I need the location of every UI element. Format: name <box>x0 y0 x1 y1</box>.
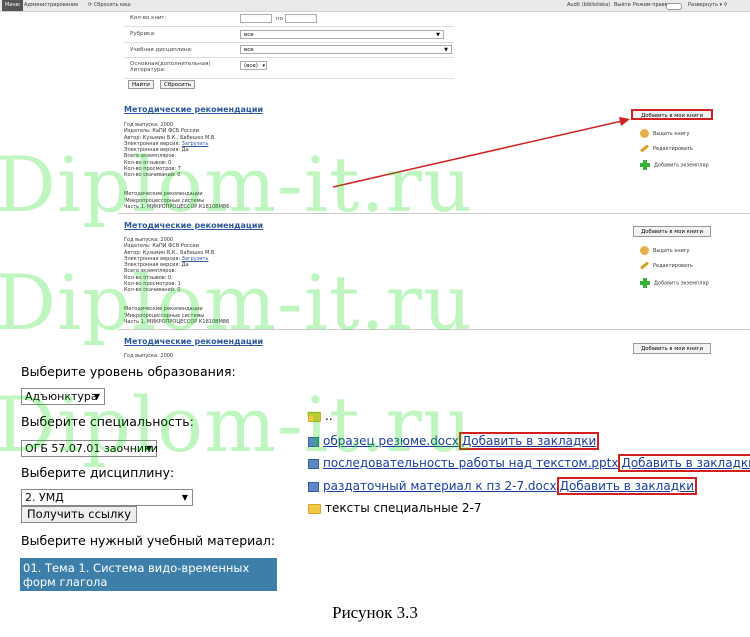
file-item: раздаточный материал к пз 2-7.docx Добави… <box>308 477 698 495</box>
parent-folder-label: .. <box>325 409 333 423</box>
record-title[interactable]: Методические рекомендации <box>124 221 263 230</box>
level-value: Адъюнктура <box>25 390 98 403</box>
record-downloads: Кол-во скачиваний: 0 <box>124 287 181 294</box>
add-bookmark-link[interactable]: Добавить в закладки <box>458 432 600 450</box>
parent-folder-item[interactable]: .. <box>308 409 333 423</box>
file-link[interactable]: раздаточный материал к пз 2-7.docx <box>323 479 557 493</box>
material-list-item-selected[interactable]: 01. Тема 1. Система видо-временных форм … <box>20 558 277 591</box>
plus-icon <box>640 278 650 288</box>
record-desc: Методические рекомендации <box>124 306 203 313</box>
chevron-down-icon: ▼ <box>181 493 188 502</box>
record-ebook: Электронная версия: <box>124 255 181 262</box>
specialty-label: Выберите специальность: <box>21 414 194 429</box>
document-icon <box>308 458 319 469</box>
add-to-my-books-button[interactable]: Добавить в мои книги <box>633 343 711 354</box>
record-ebook2: Электронная версия: Да <box>124 262 189 269</box>
file-item: последовательность работы над текстом.pp… <box>308 454 750 472</box>
folder-label: тексты специальные 2-7 <box>325 501 482 515</box>
add-bookmark-link[interactable]: Добавить в закладки <box>618 454 750 472</box>
add-to-my-books-button[interactable]: Добавить в мои книги <box>633 226 711 237</box>
add-copy-label: Добавить экземпляр <box>654 280 709 287</box>
material-label: Выберите нужный учебный материал: <box>21 533 276 548</box>
discipline-select-2[interactable]: 2. УМД ▼ <box>21 489 193 506</box>
chevron-down-icon: ▼ <box>145 444 152 453</box>
folder-icon <box>308 411 321 422</box>
record-title[interactable]: Методические рекомендации <box>124 337 263 346</box>
specialty-select[interactable]: ОГБ 57.07.01 заочники ▼ <box>21 440 158 457</box>
level-label: Выберите уровень образования: <box>21 364 236 379</box>
discipline-label-2: Выберите дисциплину: <box>21 465 175 480</box>
discipline-value-2: 2. УМД <box>25 491 64 504</box>
file-link[interactable]: последовательность работы над текстом.pp… <box>323 456 618 470</box>
edit-label: Редактировать <box>653 263 693 269</box>
file-item: образец резюме.docx Добавить в закладки <box>308 432 600 450</box>
record-reviews: Кол-во отзывов: 0 <box>124 274 172 281</box>
user-icon <box>640 246 649 255</box>
download-link[interactable]: Загрузить <box>182 256 209 262</box>
specialty-value: ОГБ 57.07.01 заочники <box>25 442 158 455</box>
record-desc: 'Микропроцессорные системы <box>124 312 205 319</box>
figure-caption: Рисунок 3.3 <box>332 603 418 622</box>
add-bookmark-link[interactable]: Добавить в закладки <box>556 477 698 495</box>
record-copies: Всего экземпляров: <box>124 268 177 275</box>
level-select[interactable]: Адъюнктура ▼ <box>21 388 105 405</box>
record-year: Год выпуска: 2000 <box>124 237 174 243</box>
chevron-down-icon: ▼ <box>93 392 100 401</box>
pencil-icon <box>640 261 649 270</box>
record-desc: Часть 1. МИКРОПРОЦЕССОР К1810ВМ86 <box>124 318 230 325</box>
folder-icon <box>308 503 321 514</box>
record-publisher: Издатель: КаПИ ФСБ России <box>124 243 199 250</box>
document-icon <box>308 481 319 492</box>
issue-book-action[interactable]: Выдать книгу <box>640 246 689 255</box>
get-link-button[interactable]: Получить ссылку <box>21 506 138 523</box>
file-link[interactable]: образец резюме.docx <box>323 434 459 448</box>
record-separator <box>118 213 750 214</box>
record-details: Год выпуска: 2000 Издатель: КаПИ ФСБ Рос… <box>124 237 229 325</box>
folder-item[interactable]: тексты специальные 2-7 <box>308 501 482 515</box>
issue-book-label: Выдать книгу <box>653 248 690 254</box>
document-icon <box>308 436 319 447</box>
record-separator <box>118 329 750 330</box>
record-author: Автор: Кузьмин В.К., Бабешко М.В. <box>124 249 216 256</box>
add-copy-action[interactable]: Добавить экземпляр <box>640 278 709 288</box>
edit-action[interactable]: Редактировать <box>640 261 693 270</box>
